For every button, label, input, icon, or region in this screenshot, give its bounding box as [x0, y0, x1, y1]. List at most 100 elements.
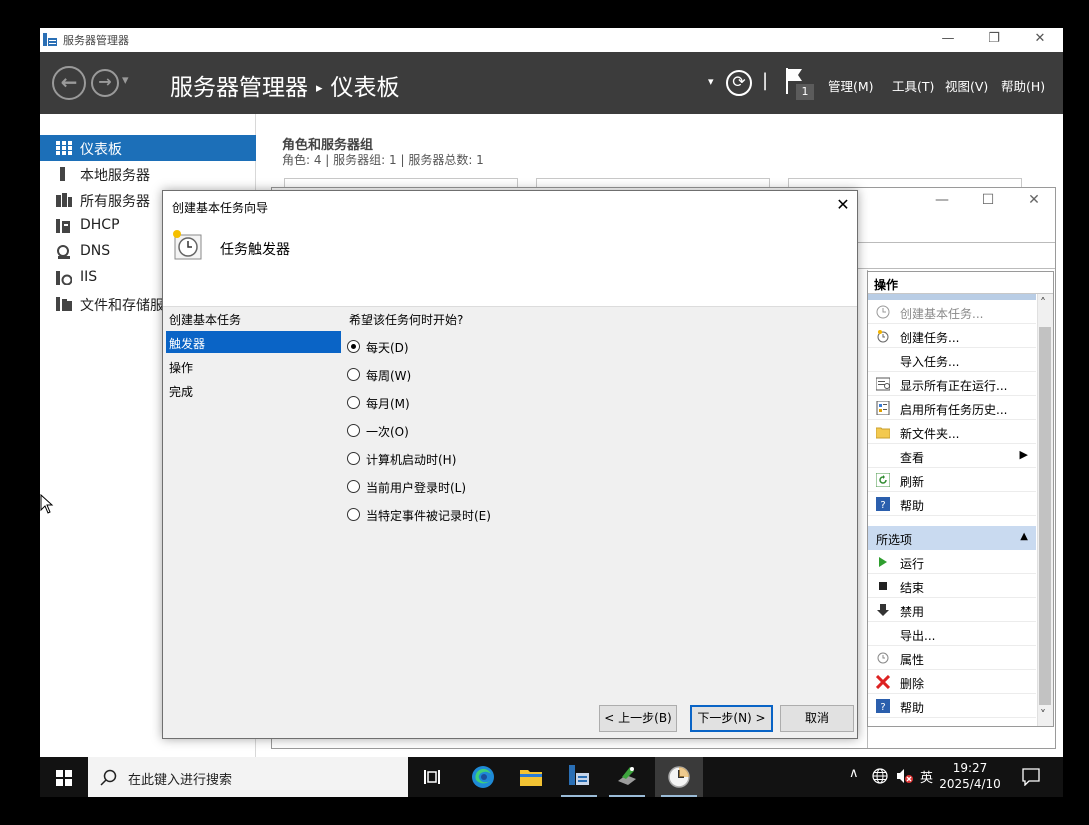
- breadcrumb-root[interactable]: 服务器管理器: [170, 75, 308, 101]
- step-label: 操作: [169, 361, 194, 375]
- menu-view[interactable]: 视图(V): [945, 76, 988, 95]
- taskbar-server-manager[interactable]: [555, 757, 603, 797]
- scroll-down-icon[interactable]: ˅: [1040, 708, 1046, 722]
- sidebar-item-dashboard[interactable]: 仪表板: [40, 135, 256, 161]
- taskbar-edge[interactable]: [459, 757, 507, 797]
- refresh-button[interactable]: ⟳: [726, 70, 752, 96]
- taskbar-clock[interactable]: 19:27 2025/4/10: [938, 760, 1002, 792]
- action-label: 导出...: [900, 629, 936, 643]
- radio-button[interactable]: [347, 368, 360, 381]
- back-arrow-icon: ←: [60, 70, 78, 94]
- menu-tools[interactable]: 工具(T): [892, 76, 934, 95]
- running-indicator: [609, 795, 645, 797]
- action-label: 刷新: [900, 475, 925, 489]
- file-explorer-icon: [520, 770, 542, 786]
- action-import-task[interactable]: 导入任务...: [868, 348, 1036, 372]
- scroll-up-icon[interactable]: ˄: [1040, 296, 1046, 310]
- action-label: 查看: [900, 451, 925, 465]
- taskbar-task-view[interactable]: [408, 757, 456, 797]
- wizard-step-action[interactable]: 操作: [166, 355, 341, 377]
- action-label: 帮助: [900, 701, 925, 715]
- taskbar: 在此键入进行搜索 ∧ 英 19:27 2025/4/10: [40, 757, 1063, 797]
- next-step-button[interactable]: 下一步(N) >: [690, 705, 773, 732]
- selected-item-section-header[interactable]: 所选项 ▲: [868, 526, 1036, 550]
- folder-icon: [876, 427, 890, 439]
- menu-help[interactable]: 帮助(H): [1001, 76, 1045, 95]
- minimize-button[interactable]: —: [925, 28, 971, 52]
- volume-muted-icon[interactable]: [896, 768, 914, 784]
- action-create-task[interactable]: 创建任务...: [868, 324, 1036, 348]
- actions-scrollbar-thumb[interactable]: [1039, 327, 1051, 705]
- ts-maximize-button[interactable]: ☐: [965, 192, 1011, 214]
- refresh-icon: ⟳: [732, 72, 746, 91]
- dns-icon: [57, 245, 70, 259]
- action-create-basic-task[interactable]: 创建基本任务...: [868, 300, 1036, 324]
- wizard-step-trigger[interactable]: 触发器: [166, 331, 341, 353]
- taskbar-file-explorer[interactable]: [507, 757, 555, 797]
- action-help-selected[interactable]: ? 帮助: [868, 694, 1036, 718]
- action-enable-history[interactable]: 启用所有任务历史...: [868, 396, 1036, 420]
- run-icon: [879, 557, 887, 567]
- wizard-step-create-basic-task[interactable]: 创建基本任务: [166, 307, 341, 329]
- breadcrumb-dropdown-icon[interactable]: ▾: [708, 75, 714, 88]
- action-properties[interactable]: 属性: [868, 646, 1036, 670]
- action-label: 导入任务...: [900, 355, 960, 369]
- radio-button[interactable]: [347, 452, 360, 465]
- action-run[interactable]: 运行: [868, 550, 1036, 574]
- action-new-folder[interactable]: 新文件夹...: [868, 420, 1036, 444]
- show-hidden-icons-button[interactable]: ∧: [849, 766, 859, 781]
- action-disable[interactable]: 禁用: [868, 598, 1036, 622]
- sidebar-item-label: IIS: [80, 269, 98, 285]
- task-scheduler-icon: [668, 766, 690, 788]
- task-new-icon: [877, 330, 889, 343]
- radio-label: 计算机启动时(H): [366, 453, 457, 467]
- taskbar-dhcp-console[interactable]: [603, 757, 651, 797]
- action-delete[interactable]: 删除: [868, 670, 1036, 694]
- cancel-button[interactable]: 取消: [780, 705, 854, 732]
- action-view[interactable]: 查看 ▶: [868, 444, 1036, 468]
- history-dropdown-icon[interactable]: ▾: [122, 73, 129, 88]
- actions-header: 操作: [868, 272, 1053, 294]
- step-label: 完成: [169, 385, 194, 399]
- radio-button[interactable]: [347, 340, 360, 353]
- radio-button[interactable]: [347, 396, 360, 409]
- clock-wand-icon: [876, 305, 890, 319]
- taskbar-search-box[interactable]: 在此键入进行搜索: [88, 757, 408, 797]
- ts-minimize-button[interactable]: —: [919, 192, 965, 214]
- radio-label: 当特定事件被记录时(E): [366, 509, 491, 523]
- notification-center-icon[interactable]: [1022, 768, 1040, 786]
- action-end[interactable]: 结束: [868, 574, 1036, 598]
- step-label: 触发器: [169, 337, 206, 351]
- restore-button[interactable]: ❐: [971, 28, 1017, 52]
- action-label: 结束: [900, 581, 925, 595]
- back-button[interactable]: ←: [52, 66, 86, 100]
- action-help[interactable]: ? 帮助: [868, 492, 1036, 516]
- action-display-running[interactable]: 显示所有正在运行...: [868, 372, 1036, 396]
- ime-indicator[interactable]: 英: [920, 767, 933, 786]
- sidebar-item-local-server[interactable]: 本地服务器: [40, 161, 256, 187]
- action-refresh[interactable]: 刷新: [868, 468, 1036, 492]
- radio-button[interactable]: [347, 424, 360, 437]
- wizard-close-button[interactable]: ✕: [832, 195, 854, 217]
- delete-icon: [876, 675, 890, 689]
- menu-manage[interactable]: 管理(M): [828, 76, 874, 95]
- radio-button[interactable]: [347, 508, 360, 521]
- notifications-button[interactable]: 1: [784, 66, 816, 102]
- ts-close-button[interactable]: ✕: [1011, 192, 1057, 214]
- wizard-step-finish[interactable]: 完成: [166, 379, 341, 401]
- dhcp-icon: [56, 219, 70, 233]
- search-placeholder: 在此键入进行搜索: [128, 773, 233, 788]
- svg-text:?: ?: [880, 500, 885, 511]
- edge-browser-icon: [472, 766, 494, 788]
- radio-label: 每月(M): [366, 397, 410, 411]
- close-button[interactable]: ✕: [1017, 28, 1063, 52]
- radio-button[interactable]: [347, 480, 360, 493]
- forward-button[interactable]: →: [91, 69, 119, 97]
- wizard-heading: 任务触发器: [220, 242, 290, 258]
- start-button[interactable]: [40, 757, 88, 797]
- network-globe-icon[interactable]: [872, 768, 888, 784]
- action-label: 运行: [900, 557, 925, 571]
- action-export[interactable]: 导出...: [868, 622, 1036, 646]
- taskbar-task-scheduler[interactable]: [655, 757, 703, 797]
- back-step-button[interactable]: < 上一步(B): [599, 705, 677, 732]
